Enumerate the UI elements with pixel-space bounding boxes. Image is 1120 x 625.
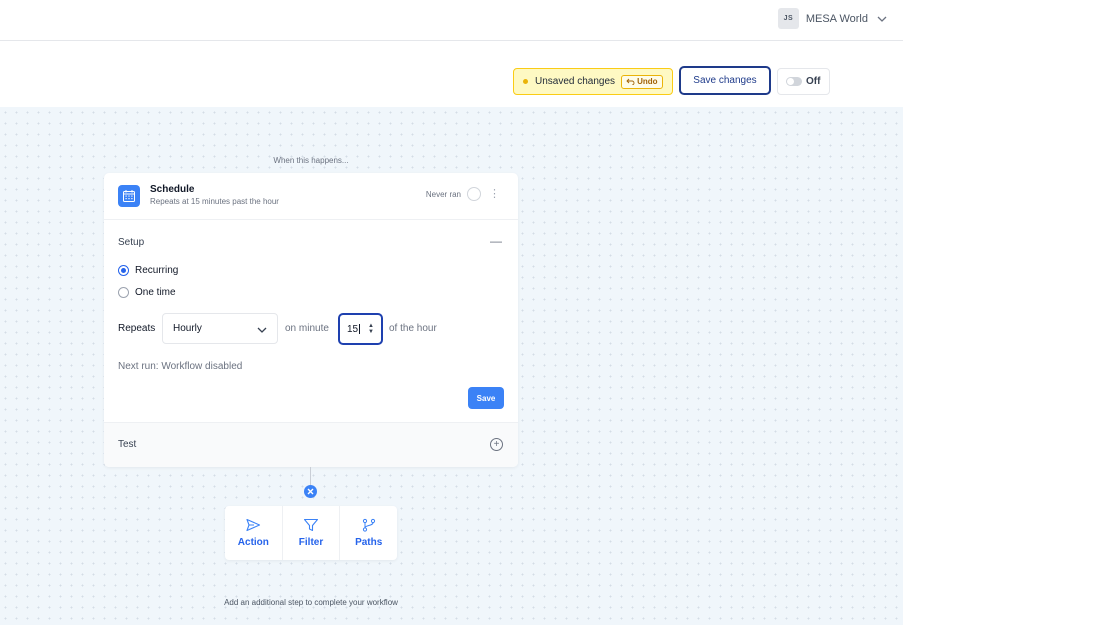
filter-icon xyxy=(303,518,319,532)
branch-icon xyxy=(362,518,375,532)
radio-recurring-label: Recurring xyxy=(135,265,179,276)
minute-value: 15 xyxy=(347,323,359,335)
step-connector xyxy=(310,467,311,485)
chevron-down-icon xyxy=(877,16,887,22)
account-name: MESA World xyxy=(805,12,868,25)
add-paths-button[interactable]: Paths xyxy=(340,506,397,560)
trigger-card-header[interactable]: Schedule Repeats at 15 minutes past the … xyxy=(104,173,518,220)
step-picker: Action Filter Paths xyxy=(225,506,397,560)
trigger-title: Schedule xyxy=(150,184,195,195)
paths-label: Paths xyxy=(355,537,383,548)
add-circle-icon[interactable]: + xyxy=(490,438,503,451)
trigger-card: Schedule Repeats at 15 minutes past the … xyxy=(104,173,518,467)
run-status-text: Never ran xyxy=(425,190,461,199)
unsaved-label: Unsaved changes xyxy=(535,76,616,87)
account-switcher[interactable]: JS MESA World xyxy=(777,8,889,29)
undo-button[interactable]: Undo xyxy=(621,74,663,89)
add-filter-button[interactable]: Filter xyxy=(283,506,341,560)
filter-label: Filter xyxy=(298,537,324,548)
toggle-label: Off xyxy=(806,76,821,87)
frequency-value: Hourly xyxy=(173,323,202,334)
repeats-label: Repeats xyxy=(118,323,156,334)
workflow-enable-toggle[interactable]: Off xyxy=(777,68,830,95)
top-bar: JS MESA World xyxy=(0,0,903,41)
test-section-label: Test xyxy=(118,439,137,450)
run-status-icon xyxy=(467,187,481,201)
trigger-subtitle: Repeats at 15 minutes past the hour xyxy=(150,197,279,206)
action-label: Action xyxy=(237,537,269,548)
more-options-icon[interactable]: ⋮ xyxy=(489,187,500,201)
spinner-icon[interactable]: ▲ ▼ xyxy=(368,323,374,335)
add-action-button[interactable]: Action xyxy=(225,506,283,560)
frequency-select[interactable]: Hourly xyxy=(162,313,278,344)
minute-input[interactable]: 15 ▲ ▼ xyxy=(338,313,383,345)
test-section[interactable]: Test + xyxy=(104,422,518,467)
radio-checked-icon xyxy=(118,265,129,276)
trigger-heading: When this happens... xyxy=(273,156,349,165)
radio-recurring[interactable]: Recurring xyxy=(118,265,178,276)
undo-label: Undo xyxy=(637,77,658,86)
save-setup-button[interactable]: Save xyxy=(468,387,504,409)
toggle-switch-icon xyxy=(786,77,802,86)
main-panel: JS MESA World Unsaved changes Undo Save … xyxy=(0,0,903,625)
next-run-text: Next run: Workflow disabled xyxy=(118,361,243,372)
workflow-canvas[interactable]: When this happens... Schedule Repeats at… xyxy=(0,107,903,625)
chevron-down-icon xyxy=(257,327,267,333)
send-icon xyxy=(246,518,261,532)
on-minute-label: on minute xyxy=(285,323,329,334)
workflow-toolbar: Unsaved changes Undo Save changes Off xyxy=(0,41,903,107)
avatar: JS xyxy=(777,8,799,29)
setup-section-label: Setup xyxy=(118,237,145,248)
of-hour-label: of the hour xyxy=(389,323,437,334)
radio-one-time-label: One time xyxy=(135,287,176,298)
radio-unchecked-icon xyxy=(118,287,129,298)
text-cursor xyxy=(359,324,361,334)
add-step-hint: Add an additional step to complete your … xyxy=(224,598,398,607)
radio-one-time[interactable]: One time xyxy=(118,287,176,298)
unsaved-dot-icon xyxy=(523,79,528,84)
close-icon[interactable] xyxy=(304,485,317,498)
calendar-icon xyxy=(118,185,140,207)
undo-icon xyxy=(626,78,635,85)
save-changes-button[interactable]: Save changes xyxy=(679,66,771,95)
unsaved-changes-banner: Unsaved changes Undo xyxy=(513,68,673,95)
collapse-icon[interactable]: — xyxy=(490,234,502,248)
app-root: JS MESA World Unsaved changes Undo Save … xyxy=(0,0,1120,625)
